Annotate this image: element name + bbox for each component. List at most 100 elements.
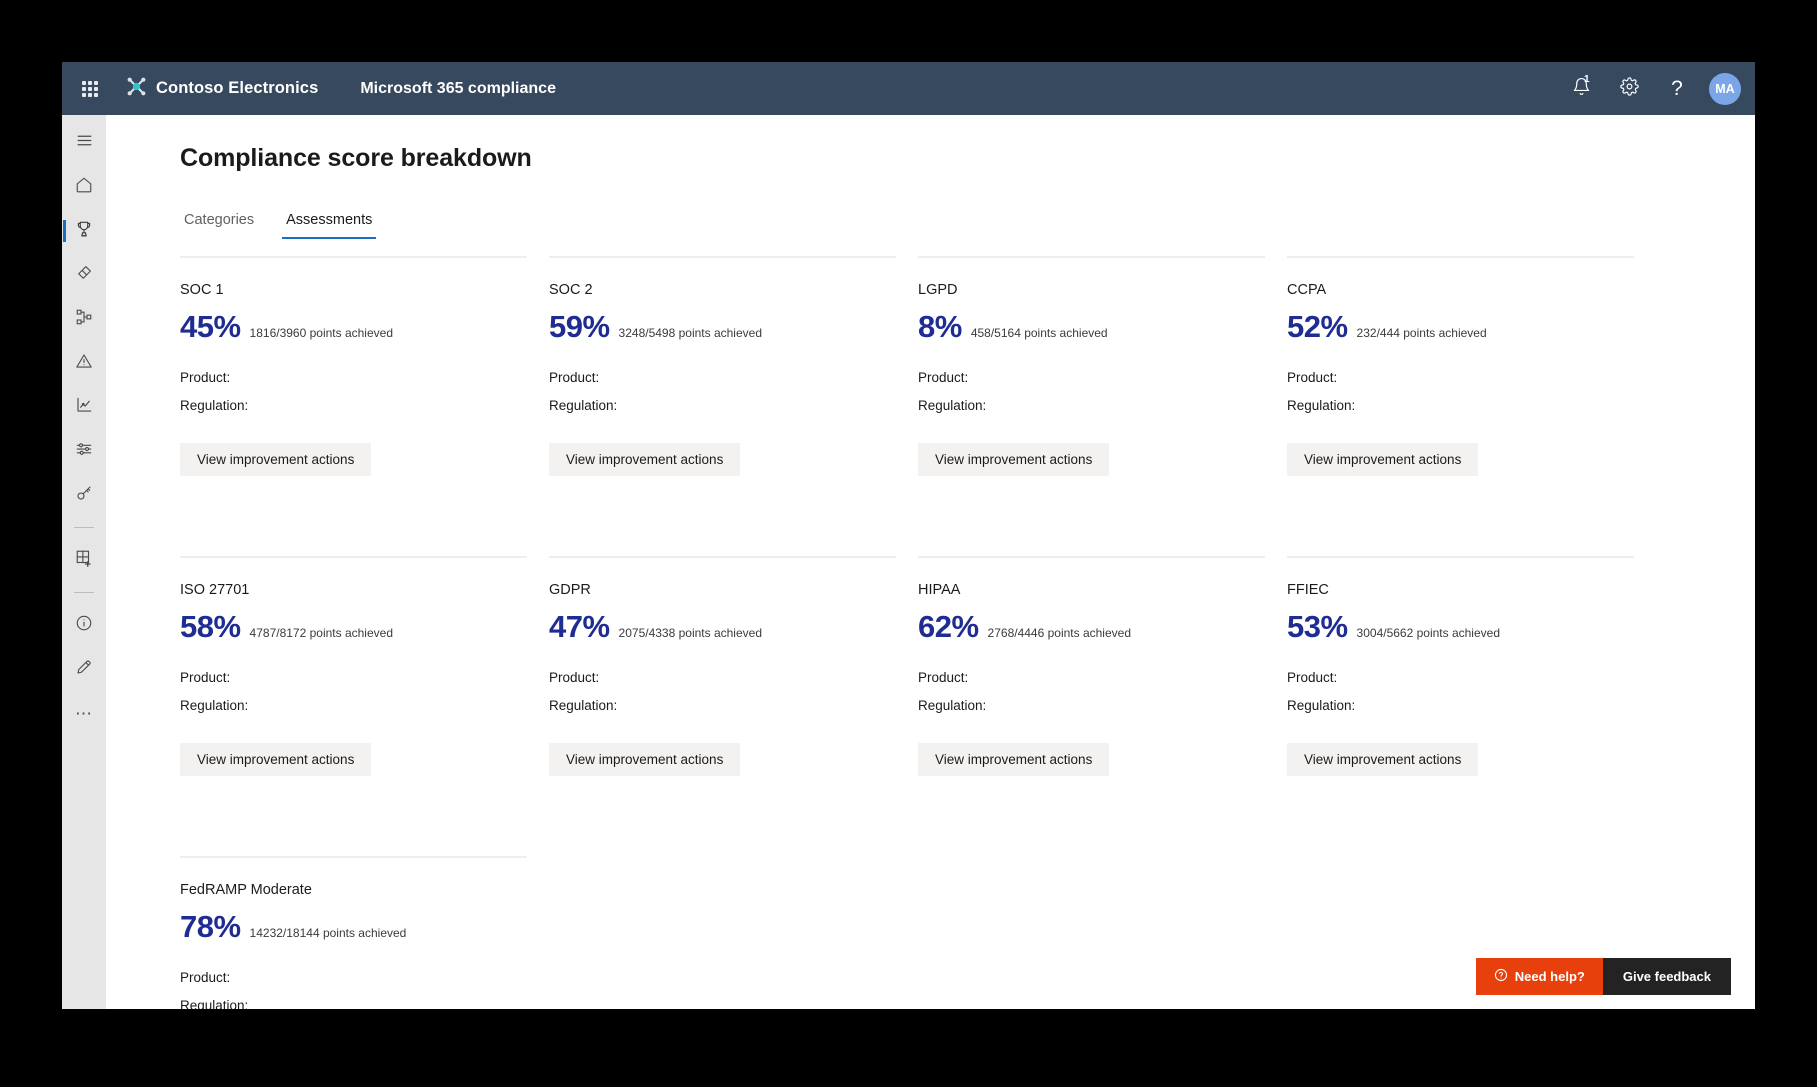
ellipsis-icon: ⋯: [75, 703, 93, 723]
sidebar-item-reports[interactable]: [62, 385, 106, 429]
assessment-title: SOC 2: [549, 282, 593, 298]
gear-icon: [1619, 76, 1639, 101]
assessment-score: 8% 458/5164 points achieved: [918, 311, 1265, 342]
assessment-points: 14232/18144 points achieved: [249, 926, 407, 940]
bottom-actions: Need help? Give feedback: [1475, 958, 1731, 995]
assessment-regulation-label: Regulation:: [1287, 398, 1356, 413]
sidebar-item-home[interactable]: [62, 165, 106, 209]
tag-icon: [75, 264, 93, 287]
assessment-percent: 8%: [918, 309, 962, 344]
main-content: Compliance score breakdown Categories As…: [106, 115, 1755, 1009]
assessment-card: ISO 27701 58% 4787/8172 points achieved Pro…: [180, 556, 527, 856]
assessment-product-label: Product:: [549, 370, 600, 385]
sidebar-item-data-connectors[interactable]: [62, 297, 106, 341]
assessment-card-grid: SOC 1 45% 1816/3960 points achieved Product…: [180, 256, 1680, 1009]
assessment-regulation-label: Regulation:: [1287, 698, 1356, 713]
assessment-product-label: Product:: [1287, 370, 1338, 385]
home-icon: [75, 176, 93, 199]
sidebar-item-nav-toggle[interactable]: [62, 121, 106, 165]
assessment-score: 59% 3248/5498 points achieved: [549, 311, 896, 342]
assessment-card: SOC 2 59% 3248/5498 points achieved Product…: [549, 256, 896, 556]
assessment-regulation-label: Regulation:: [180, 998, 249, 1009]
assessment-points: 3004/5662 points achieved: [1356, 626, 1500, 640]
pencil-icon: [75, 658, 93, 681]
waffle-grid-icon: [82, 80, 98, 97]
need-help-button[interactable]: Need help?: [1475, 958, 1603, 995]
key-icon: [75, 484, 93, 507]
assessment-regulation-label: Regulation:: [549, 698, 618, 713]
sidebar-item-compliance-manager[interactable]: [62, 209, 106, 253]
contoso-logo-icon: [126, 76, 147, 102]
assessment-product-label: Product:: [1287, 670, 1338, 685]
assessment-title: CCPA: [1287, 282, 1327, 298]
help-button[interactable]: ?: [1655, 67, 1699, 111]
assessment-percent: 47%: [549, 609, 610, 644]
assessment-score: 53% 3004/5662 points achieved: [1287, 611, 1634, 642]
sidebar-item-more-options[interactable]: ⋯: [62, 691, 106, 735]
suite-title[interactable]: Microsoft 365 compliance: [360, 80, 556, 98]
settings-button[interactable]: [1607, 67, 1651, 111]
view-improvement-actions-button[interactable]: View improvement actions: [918, 743, 1110, 776]
assessment-percent: 62%: [918, 609, 979, 644]
assessment-regulation-label: Regulation:: [918, 698, 987, 713]
assessment-title: ISO 27701: [180, 582, 250, 598]
view-improvement-actions-button[interactable]: View improvement actions: [180, 743, 372, 776]
assessment-title: FFIEC: [1287, 582, 1329, 598]
assessment-title: SOC 1: [180, 282, 224, 298]
assessment-points: 2075/4338 points achieved: [618, 626, 762, 640]
assessment-percent: 58%: [180, 609, 241, 644]
view-improvement-actions-button[interactable]: View improvement actions: [1287, 743, 1479, 776]
assessment-score: 78% 14232/18144 points achieved: [180, 911, 527, 942]
assessment-product-label: Product:: [180, 370, 231, 385]
header-actions: 1 ? MA: [1559, 67, 1755, 111]
assessment-percent: 52%: [1287, 309, 1348, 344]
sidebar-item-permissions[interactable]: [62, 473, 106, 517]
grid-plus-icon: [75, 549, 93, 572]
brand-name: Contoso Electronics: [156, 79, 319, 97]
sliders-icon: [75, 440, 93, 463]
notifications-button[interactable]: 1: [1559, 67, 1603, 111]
assessment-points: 3248/5498 points achieved: [618, 326, 762, 340]
assessment-points: 2768/4446 points achieved: [987, 626, 1131, 640]
assessment-title: HIPAA: [918, 582, 961, 598]
assessment-score: 62% 2768/4446 points achieved: [918, 611, 1265, 642]
sidebar-item-solutions[interactable]: [62, 538, 106, 582]
app-launcher-button[interactable]: [68, 80, 112, 97]
assessment-card: LGPD 8% 458/5164 points achieved Product: Re…: [918, 256, 1265, 556]
sidebar-item-classification[interactable]: [62, 253, 106, 297]
assessment-score: 58% 4787/8172 points achieved: [180, 611, 527, 642]
sidebar-item-policies[interactable]: [62, 429, 106, 473]
tab-categories[interactable]: Categories: [180, 208, 258, 239]
notification-badge: 1: [1584, 73, 1590, 85]
assessment-card: GDPR 47% 2075/4338 points achieved Product:…: [549, 556, 896, 856]
sidebar-item-more-resources[interactable]: [62, 603, 106, 647]
view-improvement-actions-button[interactable]: View improvement actions: [180, 443, 372, 476]
hierarchy-icon: [75, 308, 93, 331]
assessment-points: 458/5164 points achieved: [970, 326, 1108, 340]
view-improvement-actions-button[interactable]: View improvement actions: [549, 443, 741, 476]
give-feedback-label: Give feedback: [1622, 969, 1711, 984]
view-improvement-actions-button[interactable]: View improvement actions: [549, 743, 741, 776]
assessment-regulation-label: Regulation:: [918, 398, 987, 413]
sidebar-separator-2: [74, 592, 94, 593]
sidebar-item-customize-navigation[interactable]: [62, 647, 106, 691]
view-improvement-actions-button[interactable]: View improvement actions: [918, 443, 1110, 476]
tab-list: Categories Assessments: [180, 208, 377, 239]
trophy-icon: [75, 220, 93, 243]
hamburger-menu-icon: [76, 132, 93, 154]
assessment-title: FedRAMP Moderate: [180, 882, 312, 898]
info-circle-icon: [75, 614, 93, 637]
avatar[interactable]: MA: [1709, 72, 1741, 105]
assessment-score: 47% 2075/4338 points achieved: [549, 611, 896, 642]
assessment-card: FFIEC 53% 3004/5662 points achieved Product…: [1287, 556, 1634, 856]
brand-link[interactable]: Contoso Electronics: [126, 76, 318, 102]
sidebar-item-alerts[interactable]: [62, 341, 106, 385]
tab-assessments[interactable]: Assessments: [282, 208, 377, 239]
assessment-percent: 59%: [549, 309, 610, 344]
assessment-card: HIPAA 62% 2768/4446 points achieved Product…: [918, 556, 1265, 856]
assessment-percent: 78%: [180, 909, 241, 944]
view-improvement-actions-button[interactable]: View improvement actions: [1287, 443, 1479, 476]
give-feedback-button[interactable]: Give feedback: [1602, 958, 1731, 995]
assessment-title: LGPD: [918, 282, 958, 298]
app-window: Contoso Electronics Microsoft 365 compli…: [62, 62, 1755, 1009]
